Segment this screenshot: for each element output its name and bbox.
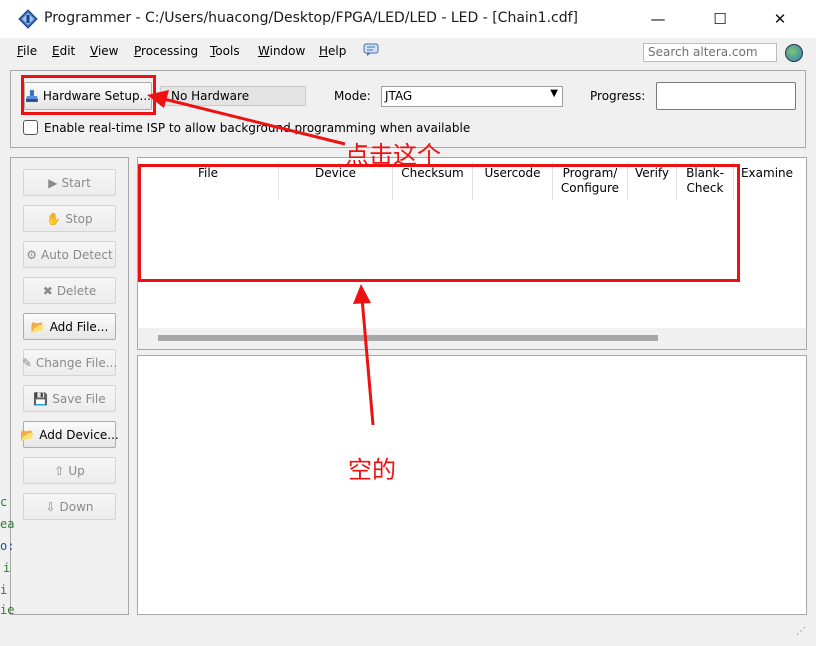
progress-bar <box>656 82 796 110</box>
maximize-button[interactable]: ☐ <box>690 0 750 38</box>
start-button[interactable]: ▶ Start <box>23 169 116 196</box>
status-bar <box>0 617 816 646</box>
menu-file-label: ile <box>23 44 38 58</box>
annotation-click-this: 点击这个 <box>345 141 441 169</box>
menu-edit[interactable]: Edit <box>52 44 75 58</box>
stop-button[interactable]: ✋ Stop <box>23 205 116 232</box>
window-title: Programmer - C:/Users/huacong/Desktop/FP… <box>44 10 578 26</box>
menu-window[interactable]: Window <box>258 44 305 58</box>
change-file-icon: ✎ <box>21 355 32 370</box>
annotation-highlight-table <box>138 164 740 282</box>
add-file-label: Add File... <box>49 319 109 334</box>
annotation-highlight-hardware-setup <box>21 75 156 115</box>
background-text-fragment: i <box>0 583 8 597</box>
menu-edit-mnemonic: E <box>52 44 60 58</box>
auto-detect-button[interactable]: ⚙ Auto Detect <box>23 241 116 268</box>
save-file-button[interactable]: 💾 Save File <box>23 385 116 412</box>
add-file-button[interactable]: 📂 Add File... <box>23 313 116 340</box>
minimize-button[interactable]: — <box>628 0 688 38</box>
folder-open-icon: 📂 <box>30 319 46 334</box>
up-label: Up <box>68 463 85 478</box>
background-text-fragment: ea <box>0 517 15 531</box>
delete-label: Delete <box>56 283 97 298</box>
device-chain-view <box>137 355 807 615</box>
close-button[interactable]: ✕ <box>750 0 810 38</box>
annotation-empty: 空的 <box>348 456 396 484</box>
stop-hand-icon: ✋ <box>46 211 62 226</box>
save-disk-icon: 💾 <box>33 391 49 406</box>
mode-value: JTAG <box>385 89 413 103</box>
auto-detect-icon: ⚙ <box>26 247 38 262</box>
scrollbar-thumb[interactable] <box>158 335 658 341</box>
menu-help-mnemonic: H <box>319 44 329 58</box>
add-device-icon: 📂 <box>20 427 36 442</box>
down-button[interactable]: ⇩ Down <box>23 493 116 520</box>
menu-help[interactable]: Help <box>319 44 346 58</box>
menu-view-label: iew <box>97 44 119 58</box>
down-arrow-icon: ⇩ <box>45 499 56 514</box>
add-device-button[interactable]: 📂 Add Device... <box>20 421 119 448</box>
up-arrow-icon: ⇧ <box>54 463 65 478</box>
menu-processing-mnemonic: P <box>134 44 142 58</box>
down-label: Down <box>59 499 94 514</box>
save-file-label: Save File <box>52 391 106 406</box>
column-header-examine[interactable]: Examine <box>734 166 800 181</box>
mode-select[interactable]: JTAG ▼ <box>381 86 563 107</box>
quartus-programmer-icon <box>18 9 38 29</box>
mode-label: Mode: <box>334 89 371 103</box>
add-device-label: Add Device... <box>39 427 119 442</box>
menu-processing-label: rocessing <box>141 44 199 58</box>
menu-view[interactable]: View <box>90 44 118 58</box>
delete-x-icon: ✖ <box>42 283 53 298</box>
change-file-button[interactable]: ✎ Change File... <box>21 349 118 376</box>
background-text-fragment: ie <box>0 603 15 617</box>
stop-label: Stop <box>65 211 93 226</box>
background-text-fragment: o: <box>0 539 15 553</box>
globe-icon[interactable] <box>785 44 803 62</box>
help-chat-icon[interactable] <box>363 43 379 57</box>
chevron-down-icon: ▼ <box>550 88 558 99</box>
progress-label: Progress: <box>590 89 646 103</box>
menu-window-mnemonic: W <box>258 44 270 58</box>
menu-help-label: elp <box>328 44 347 58</box>
search-input[interactable]: Search altera.com <box>643 43 777 62</box>
resize-grip-icon[interactable]: ⋰ <box>796 626 806 637</box>
menu-tools-label: ools <box>215 44 240 58</box>
hardware-display: No Hardware <box>160 86 306 106</box>
menu-edit-label: dit <box>59 44 76 58</box>
menu-view-mnemonic: V <box>90 44 98 58</box>
menu-window-label: indow <box>269 44 306 58</box>
start-label: Start <box>61 175 91 190</box>
change-file-label: Change File... <box>35 355 118 370</box>
isp-label: Enable real-time ISP to allow background… <box>44 121 471 135</box>
auto-detect-label: Auto Detect <box>41 247 113 262</box>
up-button[interactable]: ⇧ Up <box>23 457 116 484</box>
delete-button[interactable]: ✖ Delete <box>23 277 116 304</box>
menu-processing[interactable]: Processing <box>134 44 198 58</box>
menu-tools[interactable]: Tools <box>210 44 240 58</box>
play-icon: ▶ <box>48 175 58 190</box>
background-text-fragment: c <box>0 495 8 509</box>
isp-checkbox[interactable] <box>23 120 38 135</box>
background-text-fragment: i <box>3 561 11 575</box>
menu-file[interactable]: File <box>17 44 37 58</box>
